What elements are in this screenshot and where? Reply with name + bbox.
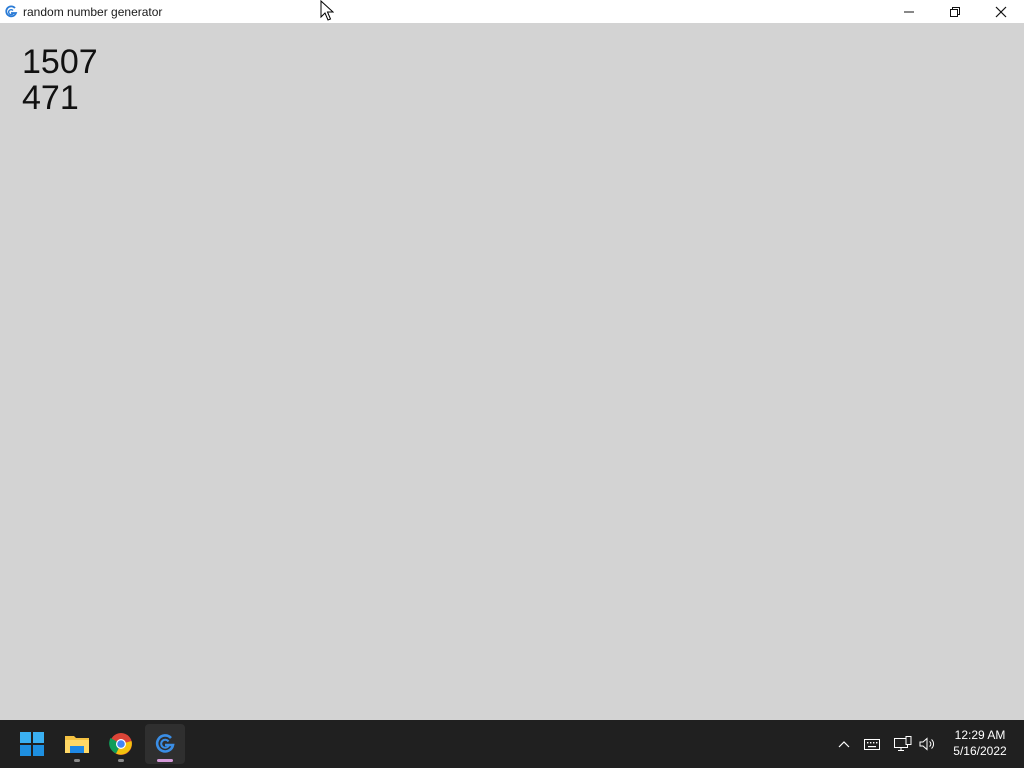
clock-time: 12:29 AM (954, 728, 1006, 742)
close-button[interactable] (978, 0, 1024, 23)
system-clock[interactable]: 12:29 AM 5/16/2022 (944, 727, 1016, 759)
active-indicator (157, 759, 173, 762)
tray-overflow-button[interactable] (834, 720, 854, 768)
random-number-1: 1507 (22, 43, 98, 81)
restore-icon (950, 6, 960, 17)
taskbar-random-number-generator[interactable] (145, 724, 185, 764)
restore-button[interactable] (932, 0, 978, 23)
minimize-icon (904, 11, 914, 12)
mouse-cursor-icon (320, 0, 334, 21)
close-icon (995, 6, 1007, 17)
chevron-up-icon (838, 741, 850, 748)
chrome-icon (109, 733, 132, 755)
taskbar-file-explorer[interactable] (57, 724, 97, 764)
start-button[interactable] (12, 724, 52, 764)
app-logo-icon (155, 734, 175, 753)
clock-date: 5/16/2022 (953, 744, 1007, 758)
taskbar-chrome[interactable] (101, 724, 141, 764)
random-number-2: 471 (22, 79, 79, 117)
tray-keyboard[interactable] (862, 720, 882, 768)
number-display: 1507 471 (22, 44, 98, 116)
tray-network[interactable] (893, 720, 913, 768)
windows-start-icon (20, 732, 44, 756)
network-icon (894, 736, 912, 751)
tray-volume[interactable] (918, 720, 938, 768)
window-title: random number generator (23, 4, 163, 19)
running-indicator (118, 759, 124, 762)
volume-icon (919, 737, 934, 751)
title-bar[interactable]: random number generator (0, 0, 1024, 23)
keyboard-icon (864, 738, 880, 750)
app-window: random number generator 1507 471 (0, 0, 1024, 720)
app-logo-icon (4, 4, 18, 19)
running-indicator (74, 759, 80, 762)
minimize-button[interactable] (886, 0, 932, 23)
folder-icon (65, 736, 89, 753)
window-controls (886, 0, 1024, 23)
